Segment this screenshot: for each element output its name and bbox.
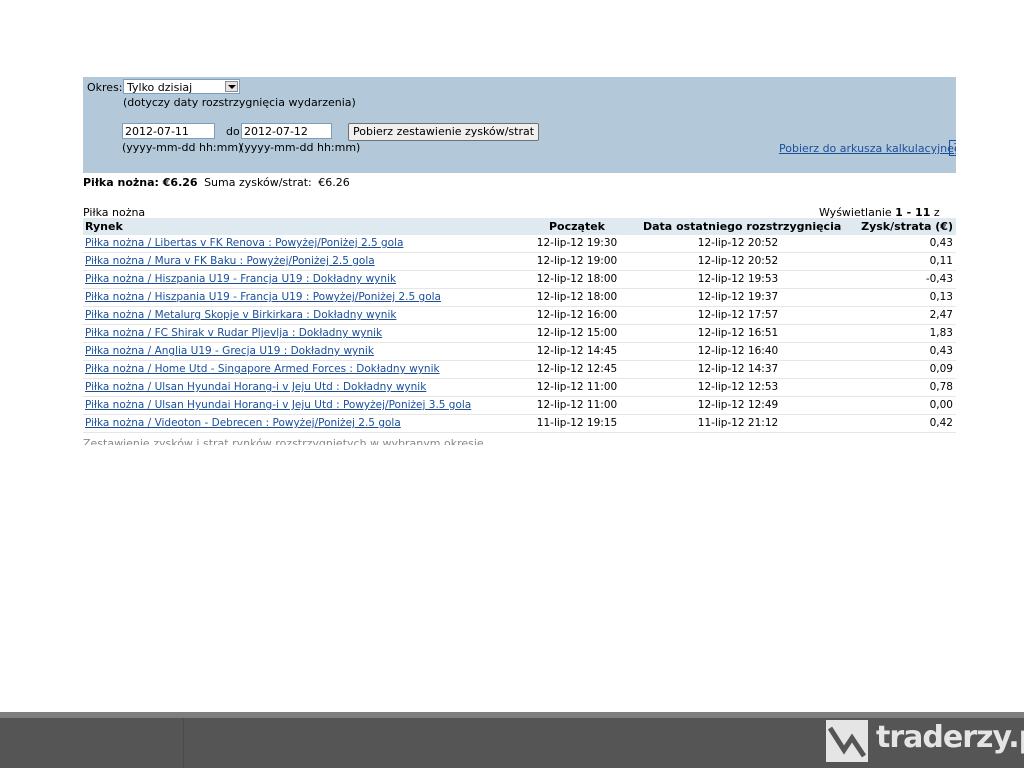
settled-cell: 11-lip-12 21:12 [697,417,779,429]
settled-cell: 12-lip-12 14:37 [697,363,779,375]
settled-cell: 12-lip-12 16:51 [697,327,779,339]
table-row: Piłka nożna / Ulsan Hyundai Horang-i v J… [83,397,956,415]
period-select-value: Tylko dzisiaj [127,81,193,94]
start-cell: 12-lip-12 15:00 [536,327,618,339]
chevron-down-icon[interactable] [225,81,238,92]
market-link[interactable]: Piłka nożna / Metalurg Skopje v Birkirka… [85,309,396,321]
pl-cell: 0,43 [929,345,953,357]
table-row: Piłka nożna / Mura v FK Baku : Powyżej/P… [83,253,956,271]
pl-cell: 0,09 [929,363,953,375]
pl-cell: 2,47 [929,309,953,321]
sum-value: €6.26 [318,176,350,189]
market-link[interactable]: Piłka nożna / Mura v FK Baku : Powyżej/P… [85,255,375,267]
period-label: Okres: [87,81,123,94]
table-row: Piłka nożna / Metalurg Skopje v Birkirka… [83,307,956,325]
settled-cell: 12-lip-12 20:52 [697,237,779,249]
market-link[interactable]: Piłka nożna / Anglia U19 - Grecja U19 : … [85,345,374,357]
pl-cell: 1,83 [929,327,953,339]
table-row: Piłka nożna / Videoton - Debrecen : Powy… [83,415,956,433]
get-report-button[interactable]: Pobierz zestawienie zysków/strat [348,123,540,141]
help-icon[interactable]: ? [949,140,956,156]
market-link[interactable]: Piłka nożna / Hiszpania U19 - Francja U1… [85,273,396,285]
start-cell: 11-lip-12 19:15 [536,417,618,429]
table-header: Rynek Początek Data ostatniego rozstrzyg… [83,218,956,235]
settled-cell: 12-lip-12 19:37 [697,291,779,303]
sport-total: Piłka nożna: €6.26 [83,176,198,189]
table-row: Piłka nożna / Anglia U19 - Grecja U19 : … [83,343,956,361]
table-row: Piłka nożna / Hiszpania U19 - Francja U1… [83,271,956,289]
settled-cell: 12-lip-12 20:52 [697,255,779,267]
settled-cell: 12-lip-12 12:49 [697,399,779,411]
market-link[interactable]: Piłka nożna / FC Shirak v Rudar Pljevlja… [85,327,382,339]
period-note: (dotyczy daty rozstrzygnięcia wydarzenia… [123,96,356,109]
market-link[interactable]: Piłka nożna / Ulsan Hyundai Horang-i v J… [85,381,426,393]
date-from-hint: (yyyy-mm-dd hh:mm) [122,141,243,154]
settled-cell: 12-lip-12 17:57 [697,309,779,321]
footer-divider [183,718,184,768]
settled-cell: 12-lip-12 12:53 [697,381,779,393]
table-row: Piłka nożna / Hiszpania U19 - Francja U1… [83,289,956,307]
market-link[interactable]: Piłka nożna / Home Utd - Singapore Armed… [85,363,440,375]
pl-cell: 0,78 [929,381,953,393]
date-to-input[interactable]: 2012-07-12 21:12 [241,123,332,139]
pl-cell: -0,43 [925,273,953,285]
date-from-input[interactable]: 2012-07-11 21:00 [122,123,215,139]
pl-cell: 0,11 [929,255,953,267]
market-link[interactable]: Piłka nożna / Libertas v FK Renova : Pow… [85,237,403,249]
table-row: Piłka nożna / Libertas v FK Renova : Pow… [83,235,956,253]
logo-text: traderzy.pl [876,720,1024,755]
market-link[interactable]: Piłka nożna / Videoton - Debrecen : Powy… [85,417,401,429]
table-row: Piłka nożna / FC Shirak v Rudar Pljevlja… [83,325,956,343]
pl-table: Rynek Początek Data ostatniego rozstrzyg… [83,218,956,433]
header-pl: Zysk/strata (€) [861,220,953,233]
page-viewport: Okres: Tylko dzisiaj (dotyczy daty rozst… [0,0,956,445]
settled-cell: 12-lip-12 16:40 [697,345,779,357]
start-cell: 12-lip-12 16:00 [536,309,618,321]
start-cell: 12-lip-12 14:45 [536,345,618,357]
date-to-label: do [226,125,240,138]
start-cell: 12-lip-12 11:00 [536,381,618,393]
start-cell: 12-lip-12 11:00 [536,399,618,411]
logo-mark-icon [826,720,868,762]
filter-panel: Okres: Tylko dzisiaj (dotyczy daty rozst… [83,77,956,173]
sum-label: Suma zysków/strat: [204,176,312,189]
settled-cell: 12-lip-12 19:53 [697,273,779,285]
period-select[interactable]: Tylko dzisiaj [123,79,240,94]
start-cell: 12-lip-12 18:00 [536,291,618,303]
start-cell: 12-lip-12 19:30 [536,237,618,249]
start-cell: 12-lip-12 18:00 [536,273,618,285]
pl-cell: 0,13 [929,291,953,303]
market-link[interactable]: Piłka nożna / Hiszpania U19 - Francja U1… [85,291,441,303]
header-start: Początek [549,220,605,233]
market-link[interactable]: Piłka nożna / Ulsan Hyundai Horang-i v J… [85,399,471,411]
pl-cell: 0,00 [929,399,953,411]
date-to-hint: (yyyy-mm-dd hh:mm) [240,141,361,154]
start-cell: 12-lip-12 12:45 [536,363,618,375]
table-row: Piłka nożna / Ulsan Hyundai Horang-i v J… [83,379,956,397]
truncated-note: Zestawienie zysków i strat rynków rozstr… [83,437,484,445]
header-market: Rynek [85,220,123,233]
header-settled: Data ostatniego rozstrzygnięcia [643,220,842,233]
export-spreadsheet-link[interactable]: Pobierz do arkusza kalkulacyjnego [779,142,956,155]
pl-cell: 0,43 [929,237,953,249]
table-row: Piłka nożna / Home Utd - Singapore Armed… [83,361,956,379]
summary-line: Piłka nożna: €6.26 Suma zysków/strat: €6… [83,176,350,189]
table-body: Piłka nożna / Libertas v FK Renova : Pow… [83,235,956,433]
watermark-logo: traderzy.pl [826,718,1024,766]
pl-cell: 0,42 [929,417,953,429]
start-cell: 12-lip-12 19:00 [536,255,618,267]
